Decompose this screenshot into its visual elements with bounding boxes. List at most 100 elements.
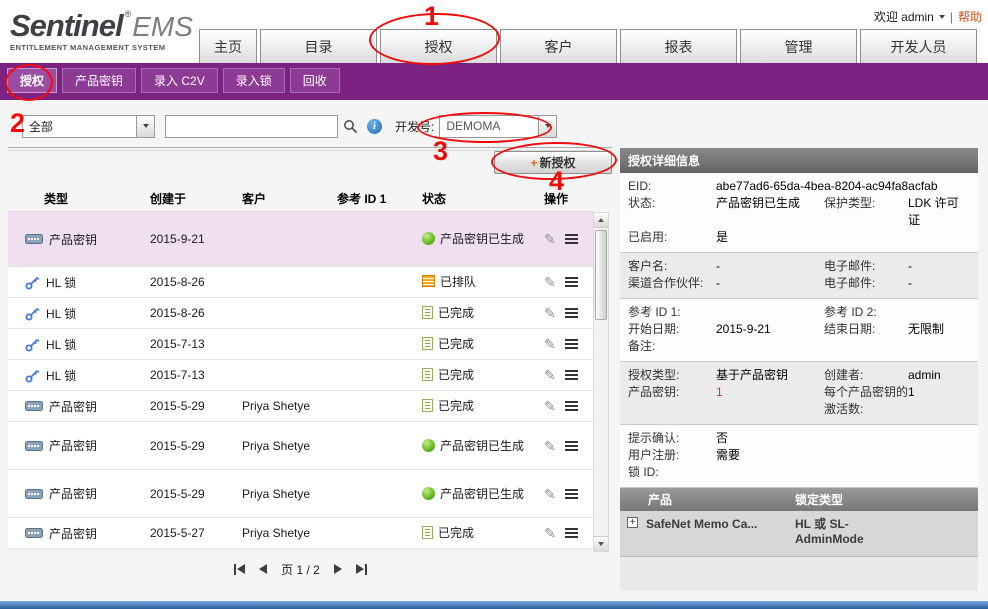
- tab-catalog[interactable]: 目录: [260, 29, 377, 63]
- subtab-entitlements[interactable]: 授权: [7, 68, 57, 93]
- edit-icon[interactable]: ✎: [544, 337, 556, 351]
- type-cell: HL 锁: [8, 336, 148, 353]
- vertical-scrollbar[interactable]: [593, 212, 609, 552]
- table-row[interactable]: 产品密钥 2015-5-29 Priya Shetye 已完成 ✎: [8, 391, 593, 422]
- plus-icon: +: [530, 156, 537, 170]
- first-page-icon[interactable]: [234, 564, 245, 575]
- type-label: 产品密钥: [49, 485, 97, 502]
- last-page-icon[interactable]: [356, 564, 367, 575]
- scroll-up-icon[interactable]: [594, 213, 608, 228]
- entitlement-details-panel: 授权详细信息 EID: abe77ad6-65da-4bea-8204-ac94…: [620, 148, 978, 591]
- table-row[interactable]: HL 锁 2015-7-13 已完成 ✎: [8, 329, 593, 360]
- filter-select[interactable]: 全部: [22, 115, 155, 138]
- annotation-number-1: 1: [424, 3, 439, 30]
- created-cell: 2015-8-26: [148, 275, 240, 289]
- table-row[interactable]: 产品密钥 2015-5-29 Priya Shetye 产品密钥已生成 ✎: [8, 470, 593, 518]
- subtab-product-keys[interactable]: 产品密钥: [62, 68, 136, 93]
- actions-menu-icon[interactable]: [565, 401, 578, 411]
- col-customer: 客户: [240, 190, 335, 207]
- scroll-thumb[interactable]: [595, 230, 607, 320]
- status-label: 已排队: [440, 274, 476, 290]
- queued-status-icon: [422, 275, 435, 287]
- filter-select-value: 全部: [23, 118, 136, 135]
- col-created: 创建于: [148, 190, 240, 207]
- product-name: SafeNet Memo Ca...: [646, 517, 758, 532]
- table-row[interactable]: 产品密钥 2015-5-29 Priya Shetye 产品密钥已生成 ✎: [8, 422, 593, 470]
- tab-entitlements[interactable]: 授权: [380, 29, 497, 63]
- tab-developers[interactable]: 开发人员: [860, 29, 977, 63]
- table-row[interactable]: HL 锁 2015-8-26 已排队 ✎: [8, 267, 593, 298]
- previous-page-icon[interactable]: [259, 564, 267, 574]
- actions-menu-icon[interactable]: [565, 528, 578, 538]
- tab-reports[interactable]: 报表: [620, 29, 737, 63]
- type-cell: HL 锁: [8, 367, 148, 384]
- product-keys-value: 1: [716, 384, 824, 401]
- window-bottom-bar: [0, 601, 988, 609]
- completed-status-icon: [422, 306, 433, 319]
- table-row[interactable]: HL 锁 2015-8-26 已完成 ✎: [8, 298, 593, 329]
- product-table: 产品 锁定类型 + SafeNet Memo Ca... HL 或 SL-Adm…: [620, 488, 978, 591]
- search-icon[interactable]: [343, 119, 358, 134]
- actions-menu-icon[interactable]: [565, 339, 578, 349]
- created-cell: 2015-5-29: [148, 399, 240, 413]
- brand-suffix: EMS: [132, 13, 193, 41]
- expand-icon[interactable]: +: [627, 517, 638, 528]
- edit-icon[interactable]: ✎: [544, 232, 556, 246]
- lock-id-label: 锁 ID:: [628, 464, 716, 481]
- table-row[interactable]: HL 锁 2015-7-13 已完成 ✎: [8, 360, 593, 391]
- next-page-icon[interactable]: [334, 564, 342, 574]
- edit-icon[interactable]: ✎: [544, 306, 556, 320]
- search-input[interactable]: [165, 115, 338, 138]
- end-date-value: 无限制: [908, 321, 970, 338]
- product-row[interactable]: + SafeNet Memo Ca... HL 或 SL-AdminMode: [620, 511, 978, 557]
- user-menu-caret-icon[interactable]: [939, 15, 945, 19]
- customer-cell: Priya Shetye: [240, 526, 335, 540]
- actions-menu-icon[interactable]: [565, 234, 578, 244]
- subtab-checkin-lock[interactable]: 录入锁: [223, 68, 285, 93]
- remarks-label: 备注:: [628, 338, 716, 355]
- type-cell: 产品密钥: [8, 437, 148, 454]
- table-row[interactable]: 产品密钥 2015-9-21 产品密钥已生成 ✎: [8, 212, 593, 267]
- col-actions: 操作: [538, 190, 593, 207]
- details-panel-title: 授权详细信息: [620, 148, 978, 173]
- status-label: 已完成: [438, 367, 474, 383]
- eid-value: abe77ad6-65da-4bea-8204-ac94fa8acfab: [716, 178, 970, 195]
- tab-administration[interactable]: 管理: [740, 29, 857, 63]
- product-key-icon: [25, 488, 43, 500]
- help-link[interactable]: 帮助: [958, 8, 982, 25]
- type-label: 产品密钥: [49, 398, 97, 415]
- type-label: HL 锁: [46, 367, 76, 384]
- actions-cell: ✎: [538, 487, 593, 501]
- subtab-recycle[interactable]: 回收: [290, 68, 340, 93]
- developer-id-caret-icon[interactable]: [538, 116, 556, 137]
- actions-menu-icon[interactable]: [565, 441, 578, 451]
- edit-icon[interactable]: ✎: [544, 439, 556, 453]
- details-section-reference: 参考 ID 1: 参考 ID 2: 开始日期: 2015-9-21 结束日期: …: [620, 299, 978, 362]
- tab-customers[interactable]: 客户: [500, 29, 617, 63]
- actions-menu-icon[interactable]: [565, 489, 578, 499]
- status-label: 产品密钥已生成: [440, 231, 524, 247]
- new-entitlement-button[interactable]: + 新授权: [494, 151, 612, 174]
- entitlement-type-value: 基于产品密钥: [716, 367, 824, 384]
- developer-id-select[interactable]: DEMOMA: [439, 115, 557, 138]
- actions-menu-icon[interactable]: [565, 277, 578, 287]
- activations-per-key-value: 1: [908, 384, 970, 401]
- product-key-icon: [25, 400, 43, 412]
- info-icon[interactable]: i: [367, 119, 382, 134]
- tab-home[interactable]: 主页: [199, 29, 257, 63]
- edit-icon[interactable]: ✎: [544, 368, 556, 382]
- subtab-checkin-c2v[interactable]: 录入 C2V: [141, 68, 218, 93]
- edit-icon[interactable]: ✎: [544, 526, 556, 540]
- scroll-down-icon[interactable]: [594, 536, 608, 551]
- customer-name-value: -: [716, 258, 824, 275]
- edit-icon[interactable]: ✎: [544, 399, 556, 413]
- locking-type-column-header: 锁定类型: [795, 491, 978, 508]
- type-cell: HL 锁: [8, 305, 148, 322]
- filter-select-caret-icon[interactable]: [136, 116, 154, 137]
- edit-icon[interactable]: ✎: [544, 487, 556, 501]
- actions-menu-icon[interactable]: [565, 370, 578, 380]
- actions-menu-icon[interactable]: [565, 308, 578, 318]
- edit-icon[interactable]: ✎: [544, 275, 556, 289]
- type-cell: 产品密钥: [8, 398, 148, 415]
- table-row[interactable]: 产品密钥 2015-5-27 Priya Shetye 已完成 ✎: [8, 518, 593, 549]
